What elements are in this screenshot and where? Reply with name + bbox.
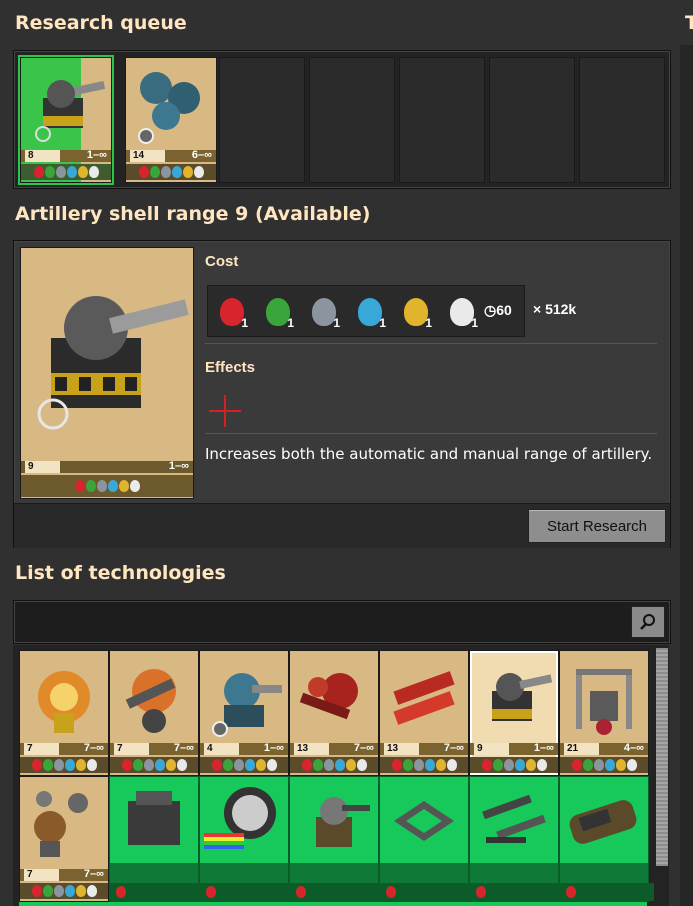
tech-level: 9 [474, 743, 509, 755]
tech-range: 7–∞ [83, 742, 104, 754]
tech-level: 13 [294, 743, 329, 755]
tech-card-shooting-speed[interactable]: 13 7–∞ [379, 650, 469, 776]
next-row-edge [19, 902, 647, 906]
research-time: ◷60 [484, 302, 512, 318]
tech-range: 7–∞ [83, 868, 104, 880]
right-panel-title-fragment: T [685, 12, 693, 34]
selected-packs [21, 475, 193, 497]
explosion-icon [38, 671, 90, 733]
technology-list-title: List of technologies [15, 562, 226, 584]
artillery-turret-icon [35, 80, 106, 142]
red-science-pack-icon: 1 [216, 292, 248, 330]
technology-description: Increases both the automatic and manual … [205, 445, 653, 463]
cost-packs-box: 1 1 1 1 1 1 ◷60 [207, 285, 525, 337]
tech-range: 1–∞ [533, 742, 554, 754]
tech-card-researched-machine[interactable] [109, 776, 204, 902]
queue-item-packs [126, 164, 216, 180]
queue-item-level: 8 [25, 150, 60, 162]
gun-turret-icon [316, 797, 370, 847]
queue-empty-slot [399, 57, 485, 183]
queue-item-range: 1–∞ [86, 149, 107, 161]
research-queue-panel: 8 1–∞ 14 6–∞ [13, 50, 671, 189]
tech-range: 4–∞ [623, 742, 644, 754]
spidertron-icon [138, 72, 200, 144]
queue-empty-slot [579, 57, 665, 183]
technology-grid: 7 7–∞ 7 7–∞ 4 1–∞ 13 7–∞ 13 7–∞ 9 1–∞ 21… [13, 645, 669, 906]
tech-card-stronger-explosives[interactable]: 7 7–∞ [109, 650, 199, 776]
lens-rainbow-icon [204, 787, 276, 849]
gray-science-pack-icon: 1 [308, 292, 340, 330]
tech-range: 1–∞ [263, 742, 284, 754]
tech-card-mining-productivity[interactable]: 21 4–∞ [559, 650, 649, 776]
tech-card-explosive-damage[interactable]: 7 7–∞ [19, 650, 109, 776]
search-icon [640, 614, 655, 630]
tech-level: 7 [24, 743, 59, 755]
cost-pack-list: 1 1 1 1 1 1 [216, 292, 478, 330]
selected-technology-card: 9 1–∞ [20, 247, 194, 499]
stone-wall-icon [394, 801, 454, 841]
divider [205, 343, 657, 344]
robots-icon [34, 791, 88, 857]
tech-level: 13 [384, 743, 419, 755]
green-science-pack-icon: 1 [262, 292, 294, 330]
tech-card-researched-turrets[interactable] [289, 776, 384, 902]
selected-technology-title: Artillery shell range 9 (Available) [15, 203, 371, 225]
divider [205, 433, 657, 434]
tech-card-researched-optics[interactable] [199, 776, 294, 902]
weapons-red-icon [299, 673, 358, 720]
tech-level: 7 [114, 743, 149, 755]
tech-card-artillery-range-selected[interactable]: 9 1–∞ [469, 650, 559, 776]
rocket-explosion-icon [125, 669, 176, 733]
tech-card-spidertron-upgrade[interactable]: 4 1–∞ [199, 650, 289, 776]
tech-card-researched-military[interactable] [469, 776, 564, 902]
right-panel-edge [680, 45, 693, 906]
tech-card-researched-walls[interactable] [379, 776, 474, 902]
blue-science-pack-icon: 1 [354, 292, 386, 330]
tech-card-researched-railway[interactable] [559, 776, 654, 902]
mining-drill-icon [576, 669, 632, 735]
queue-item-artillery-range[interactable]: 8 1–∞ [20, 57, 112, 183]
selected-range: 1–∞ [168, 460, 189, 472]
assembling-machine-icon [128, 791, 180, 845]
search-button[interactable] [631, 606, 665, 638]
queue-empty-slot [219, 57, 305, 183]
white-science-pack-icon: 1 [446, 292, 478, 330]
effects-label: Effects [205, 359, 256, 376]
firearms-icon [482, 794, 546, 843]
selected-level: 9 [25, 461, 60, 473]
scrollbar[interactable] [655, 647, 669, 867]
tech-level: 21 [564, 743, 599, 755]
locomotive-icon [569, 800, 637, 844]
yellow-science-pack-icon: 1 [400, 292, 432, 330]
cost-multiplier: × 512k [533, 301, 577, 317]
queue-empty-slot [489, 57, 575, 183]
tech-level: 7 [24, 869, 59, 881]
artillery-turret-icon [37, 296, 189, 430]
queue-item-spidertron-upgrade[interactable]: 14 6–∞ [125, 57, 217, 183]
start-research-button[interactable]: Start Research [528, 509, 666, 543]
technology-detail-panel: 9 1–∞ Cost 1 1 1 1 1 1 ◷60 × 512k Effect… [13, 240, 671, 548]
detail-info-area: Cost 1 1 1 1 1 1 ◷60 × 512k Effects Incr… [197, 247, 663, 499]
tech-card-follower-robot-count[interactable]: 7 7–∞ [19, 776, 109, 902]
tech-range: 7–∞ [443, 742, 464, 754]
tech-range: 7–∞ [353, 742, 374, 754]
cost-label: Cost [205, 253, 239, 270]
research-queue-title: Research queue [15, 12, 187, 34]
tech-level: 4 [204, 743, 239, 755]
artillery-turret-icon [492, 673, 553, 721]
bullets-red-icon [393, 671, 455, 725]
range-effect-icon [209, 395, 241, 427]
queue-item-packs [21, 164, 111, 180]
turret-blue-icon [212, 673, 282, 737]
clock-icon: ◷ [484, 302, 497, 318]
queue-item-range: 6–∞ [191, 149, 212, 161]
technology-search-bar [13, 600, 671, 644]
tech-range: 7–∞ [173, 742, 194, 754]
queue-empty-slot [309, 57, 395, 183]
queue-item-level: 14 [130, 150, 165, 162]
tech-card-weapon-damage[interactable]: 13 7–∞ [289, 650, 379, 776]
